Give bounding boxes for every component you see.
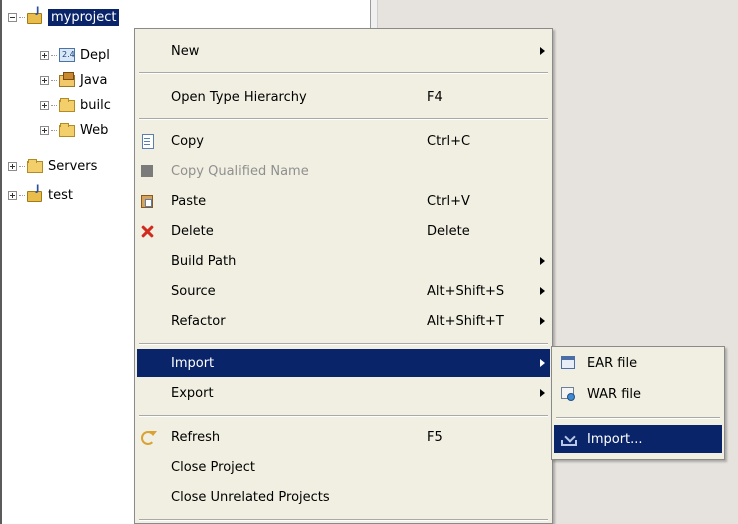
- menu-item-new[interactable]: New: [137, 37, 550, 65]
- menu-separator: [139, 519, 548, 521]
- menu-item-paste[interactable]: Paste Ctrl+V: [137, 187, 550, 215]
- tree-item-label: Depl: [80, 47, 110, 63]
- expand-icon[interactable]: [40, 125, 49, 135]
- tree-connector: [19, 16, 25, 18]
- menu-separator: [139, 415, 548, 417]
- tree-item-test[interactable]: test: [8, 184, 73, 206]
- tree-item-label: test: [48, 187, 73, 203]
- deployment-descriptor-icon: [59, 47, 77, 63]
- tree-item-java[interactable]: Java: [40, 69, 107, 91]
- tree-item-myproject[interactable]: myproject: [8, 6, 120, 28]
- java-resources-icon: [59, 72, 77, 88]
- menu-item-refactor[interactable]: Refactor Alt+Shift+T: [137, 307, 550, 335]
- java-project-icon: [27, 184, 45, 203]
- tree-connector: [51, 54, 57, 56]
- tree-item-label: myproject: [48, 8, 120, 26]
- submenu-arrow-icon: [540, 317, 545, 325]
- java-project-icon: [27, 6, 45, 25]
- tree-connector: [51, 104, 57, 106]
- war-file-icon: [560, 386, 578, 402]
- expand-icon[interactable]: [8, 161, 17, 171]
- submenu-item-label: WAR file: [587, 386, 641, 402]
- collapse-icon[interactable]: [8, 12, 17, 22]
- menu-item-label: Refresh: [171, 429, 221, 445]
- menu-item-label: Build Path: [171, 253, 237, 269]
- menu-item-import[interactable]: Import: [137, 349, 550, 377]
- submenu-arrow-icon: [540, 287, 545, 295]
- menu-item-export[interactable]: Export: [137, 379, 550, 407]
- submenu-item-label: EAR file: [587, 355, 638, 371]
- submenu-arrow-icon: [540, 257, 545, 265]
- menu-item-label: New: [171, 43, 200, 59]
- menu-item-shortcut: Ctrl+V: [427, 193, 470, 209]
- menu-item-label: Delete: [171, 223, 214, 239]
- menu-item-shortcut: Alt+Shift+S: [427, 283, 505, 299]
- folder-icon: [59, 122, 77, 138]
- menu-separator: [139, 118, 548, 120]
- menu-item-shortcut: F4: [427, 89, 443, 105]
- menu-item-source[interactable]: Source Alt+Shift+S: [137, 277, 550, 305]
- menu-separator: [556, 417, 720, 419]
- menu-separator: [139, 343, 548, 345]
- expand-icon[interactable]: [40, 75, 49, 85]
- menu-item-label: Close Unrelated Projects: [171, 489, 330, 505]
- copy-qualified-name-icon: [139, 163, 155, 179]
- menu-item-label: Copy Qualified Name: [171, 163, 309, 179]
- submenu-arrow-icon: [540, 47, 545, 55]
- submenu-arrow-icon: [540, 389, 545, 397]
- tree-connector: [51, 129, 57, 131]
- delete-icon: [139, 223, 155, 239]
- tree-connector: [19, 165, 25, 167]
- menu-item-shortcut: Ctrl+C: [427, 133, 471, 149]
- expand-icon[interactable]: [40, 50, 49, 60]
- menu-item-build-path[interactable]: Build Path: [137, 247, 550, 275]
- menu-item-close-project[interactable]: Close Project: [137, 453, 550, 481]
- menu-item-shortcut: Alt+Shift+T: [427, 313, 504, 329]
- paste-icon: [139, 193, 155, 209]
- tree-item-label: Java: [80, 72, 108, 88]
- tree-item-label: Servers: [48, 158, 98, 174]
- menu-item-label: Open Type Hierarchy: [171, 89, 307, 105]
- submenu-item-ear-file[interactable]: EAR file: [554, 349, 722, 377]
- submenu-item-war-file[interactable]: WAR file: [554, 380, 722, 408]
- tree-connector: [51, 79, 57, 81]
- menu-item-label: Import: [171, 355, 215, 371]
- menu-item-label: Export: [171, 385, 214, 401]
- menu-item-label: Refactor: [171, 313, 226, 329]
- copy-icon: [139, 133, 155, 149]
- expand-icon[interactable]: [8, 190, 17, 200]
- menu-item-close-unrelated-projects[interactable]: Close Unrelated Projects: [137, 483, 550, 511]
- context-menu: New Open Type Hierarchy F4 Copy Ctrl+C C…: [134, 28, 553, 524]
- menu-item-label: Close Project: [171, 459, 256, 475]
- menu-item-copy[interactable]: Copy Ctrl+C: [137, 127, 550, 155]
- import-wizard-icon: [560, 431, 578, 447]
- expand-icon[interactable]: [40, 100, 49, 110]
- menu-item-open-type-hierarchy[interactable]: Open Type Hierarchy F4: [137, 83, 550, 111]
- tree-item-label: Web: [80, 122, 109, 138]
- import-submenu: EAR file WAR file Import...: [551, 346, 725, 460]
- eclipse-window: myproject Depl Java builc Web: [0, 0, 738, 524]
- menu-item-copy-qualified-name[interactable]: Copy Qualified Name: [137, 157, 550, 185]
- menu-item-label: Source: [171, 283, 216, 299]
- menu-item-shortcut: F5: [427, 429, 443, 445]
- submenu-arrow-icon: [540, 359, 545, 367]
- menu-item-refresh[interactable]: Refresh F5: [137, 423, 550, 451]
- tree-connector: [19, 194, 25, 196]
- menu-item-shortcut: Delete: [427, 223, 470, 239]
- menu-item-label: Copy: [171, 133, 204, 149]
- submenu-item-import-wizard[interactable]: Import...: [554, 425, 722, 453]
- menu-item-delete[interactable]: Delete Delete: [137, 217, 550, 245]
- tree-item-label: builc: [80, 97, 111, 113]
- folder-icon: [27, 158, 45, 174]
- refresh-icon: [139, 429, 157, 445]
- submenu-item-label: Import...: [587, 431, 643, 447]
- tree-item-build[interactable]: builc: [40, 94, 111, 116]
- menu-item-label: Paste: [171, 193, 207, 209]
- tree-item-deployment[interactable]: Depl: [40, 44, 110, 66]
- folder-icon: [59, 97, 77, 113]
- ear-file-icon: [560, 355, 578, 371]
- tree-item-web[interactable]: Web: [40, 119, 108, 141]
- tree-item-servers[interactable]: Servers: [8, 155, 97, 177]
- menu-separator: [139, 72, 548, 74]
